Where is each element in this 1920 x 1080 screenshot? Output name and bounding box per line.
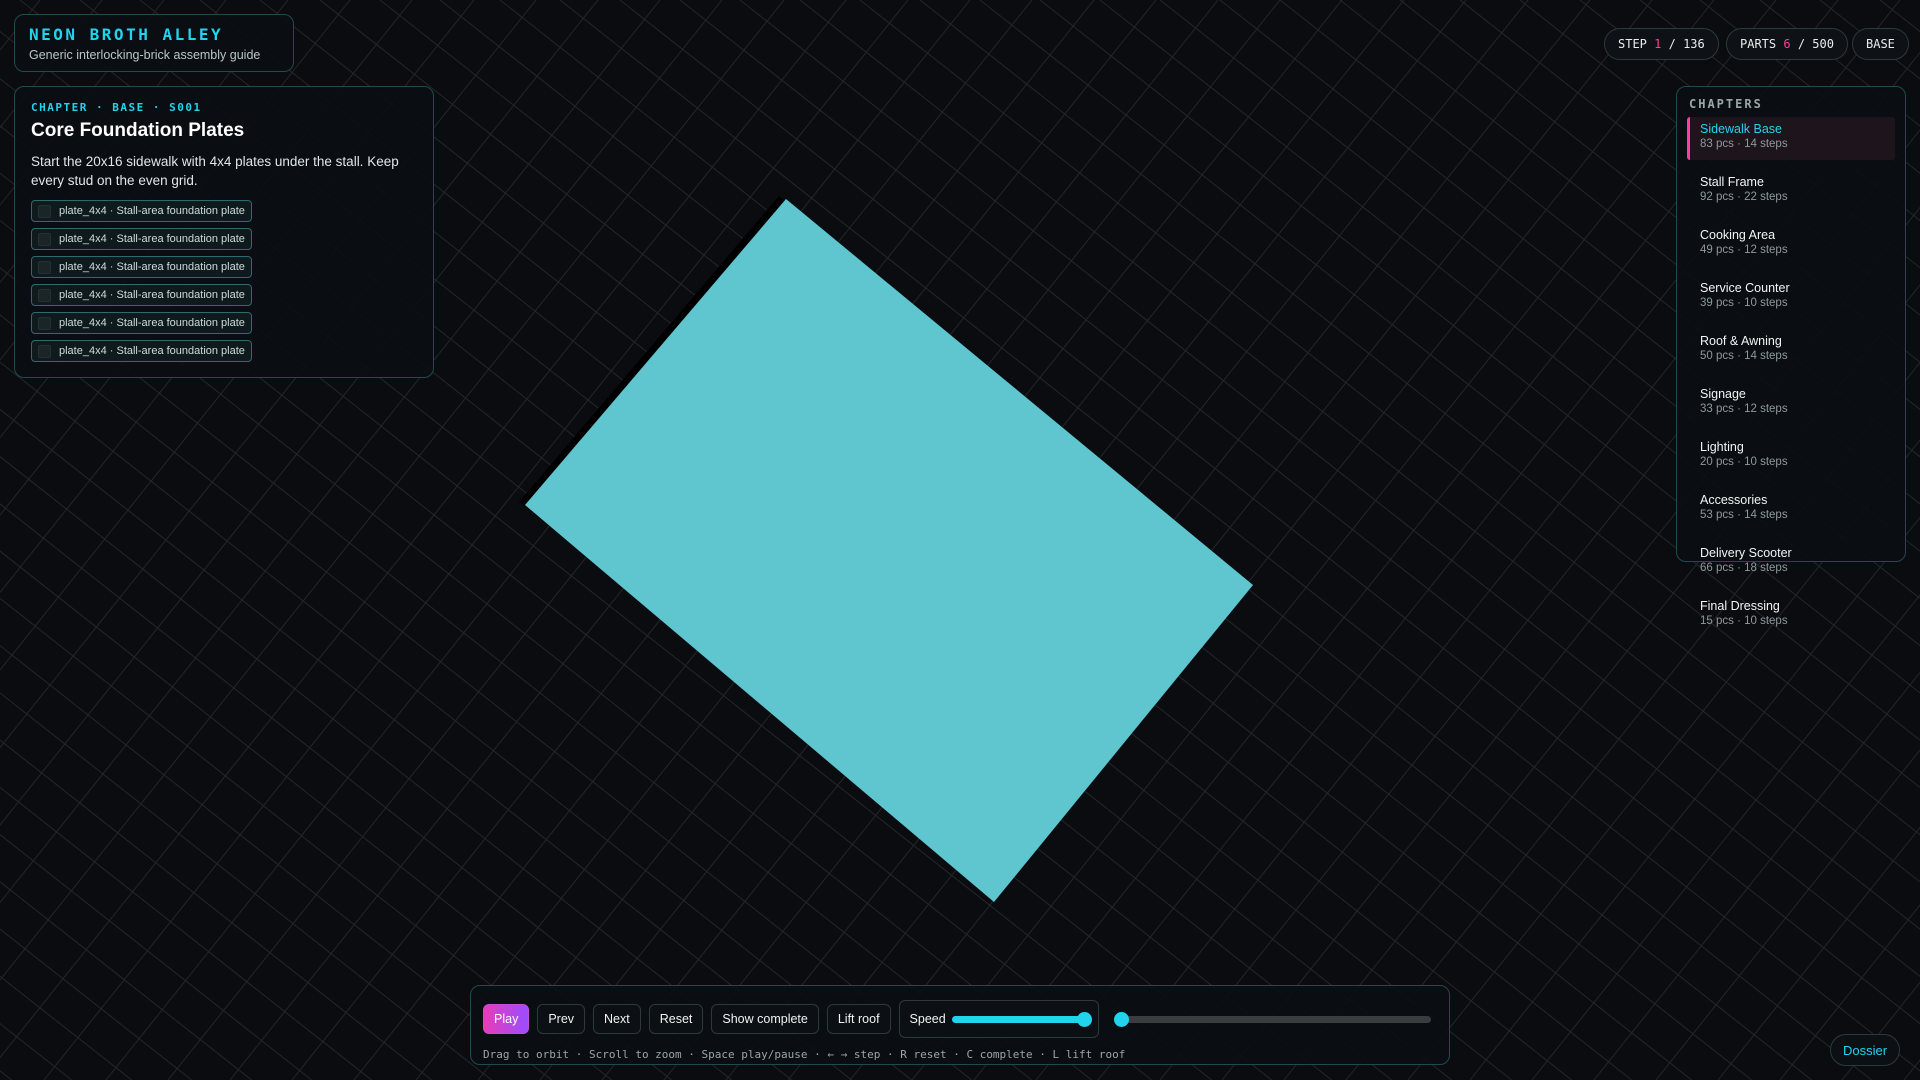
speed-slider-handle[interactable] (1076, 1011, 1092, 1027)
chapter-name: Sidewalk Base (1700, 122, 1782, 136)
chapter-meta: 33 pcs · 12 steps (1700, 403, 1788, 415)
parts-current: 6 (1783, 37, 1791, 51)
chapter-meta: 15 pcs · 10 steps (1700, 615, 1788, 627)
chapter-meta: 20 pcs · 10 steps (1700, 456, 1788, 468)
chapter-name: Service Counter (1700, 281, 1790, 295)
part-label: plate_4x4 · Stall-area foundation plate (59, 345, 245, 357)
next-button[interactable]: Next (593, 1004, 641, 1034)
chapter-item[interactable]: Accessories 53 pcs · 14 steps (1687, 488, 1895, 531)
chapter-name: Lighting (1700, 440, 1744, 454)
reset-button[interactable]: Reset (648, 1004, 704, 1034)
step-description: Start the 20x16 sidewalk with 4x4 plates… (31, 154, 399, 188)
parts-list: plate_4x4 · Stall-area foundation plate p… (31, 200, 417, 362)
grid-line (0, 1070, 12, 1080)
show-complete-button[interactable]: Show complete (711, 1004, 819, 1034)
keyboard-hints: Drag to orbit · Scroll to zoom · Space p… (483, 1048, 1126, 1061)
parts-counter-label: PARTS (1740, 37, 1777, 51)
chapters-heading: CHAPTERS (1689, 97, 1763, 111)
chapter-item[interactable]: Final Dressing 15 pcs · 10 steps (1687, 594, 1895, 637)
parts-total: 500 (1812, 37, 1834, 51)
chapter-meta: 83 pcs · 14 steps (1700, 138, 1788, 150)
part-chip[interactable]: plate_4x4 · Stall-area foundation plate (31, 200, 252, 222)
part-swatch-icon (38, 316, 51, 330)
chapter-meta: 53 pcs · 14 steps (1700, 509, 1788, 521)
chapter-item[interactable]: Roof & Awning 50 pcs · 14 steps (1687, 329, 1895, 372)
foundation-plate-model[interactable] (525, 199, 1253, 902)
chapter-name: Stall Frame (1700, 175, 1764, 189)
speed-slider-fill (951, 1015, 1084, 1023)
part-chip[interactable]: plate_4x4 · Stall-area foundation plate (31, 228, 252, 250)
chapter-item[interactable]: Stall Frame 92 pcs · 22 steps (1687, 170, 1895, 213)
chapter-meta: 50 pcs · 14 steps (1700, 350, 1788, 362)
part-label: plate_4x4 · Stall-area foundation plate (59, 317, 245, 329)
speed-slider[interactable] (951, 1011, 1092, 1027)
chapter-badge-label: BASE (1866, 37, 1895, 51)
chapter-name: Cooking Area (1700, 228, 1776, 242)
part-label: plate_4x4 · Stall-area foundation plate (59, 233, 245, 245)
playback-controls: Play Prev Next Reset Show complete Lift … (470, 985, 1450, 1065)
chapter-meta: 92 pcs · 22 steps (1700, 191, 1788, 203)
part-swatch-icon (38, 260, 51, 274)
part-swatch-icon (38, 204, 51, 218)
part-label: plate_4x4 · Stall-area foundation plate (59, 289, 245, 301)
chapter-item[interactable]: Signage 33 pcs · 12 steps (1687, 382, 1895, 425)
part-chip[interactable]: plate_4x4 · Stall-area foundation plate (31, 256, 252, 278)
step-chapter-line: CHAPTER · BASE · S001 (31, 101, 202, 114)
chapter-item[interactable]: Service Counter 39 pcs · 10 steps (1687, 276, 1895, 319)
chapter-item[interactable]: Delivery Scooter 66 pcs · 18 steps (1687, 541, 1895, 584)
timeline-scrubber[interactable] (1113, 1011, 1431, 1027)
dossier-button[interactable]: Dossier (1830, 1034, 1901, 1066)
part-swatch-icon (38, 344, 51, 358)
step-current: 1 (1654, 37, 1662, 51)
parts-counter: PARTS 6 / 500 (1726, 28, 1848, 60)
step-panel: CHAPTER · BASE · S001 Core Foundation Pl… (14, 86, 434, 378)
chapter-meta: 49 pcs · 12 steps (1700, 244, 1788, 256)
part-swatch-icon (38, 232, 51, 246)
chapter-badge: BASE (1852, 28, 1909, 60)
app-subtitle: Generic interlocking-brick assembly guid… (29, 48, 261, 62)
step-counter: STEP 1 / 136 (1604, 28, 1719, 60)
step-total: 136 (1683, 37, 1705, 51)
step-separator: / (1668, 37, 1676, 51)
chapter-name: Roof & Awning (1700, 334, 1782, 348)
prev-button[interactable]: Prev (537, 1004, 586, 1034)
brand-panel: NEON BROTH ALLEY Generic interlocking-br… (14, 14, 294, 72)
chapter-name: Final Dressing (1700, 599, 1780, 613)
step-title: Core Foundation Plates (31, 120, 245, 141)
part-chip[interactable]: plate_4x4 · Stall-area foundation plate (31, 340, 252, 362)
step-counter-label: STEP (1618, 37, 1647, 51)
app-title: NEON BROTH ALLEY (29, 25, 224, 44)
part-label: plate_4x4 · Stall-area foundation plate (59, 261, 245, 273)
play-button[interactable]: Play (483, 1004, 530, 1034)
part-label: plate_4x4 · Stall-area foundation plate (59, 205, 245, 217)
part-chip[interactable]: plate_4x4 · Stall-area foundation plate (31, 312, 252, 334)
chapter-name: Accessories (1700, 493, 1768, 507)
chapter-meta: 66 pcs · 18 steps (1700, 562, 1788, 574)
part-chip[interactable]: plate_4x4 · Stall-area foundation plate (31, 284, 252, 306)
parts-separator: / (1797, 37, 1806, 51)
speed-control: Speed (898, 1000, 1099, 1038)
timeline-handle[interactable] (1113, 1011, 1129, 1027)
chapter-item[interactable]: Cooking Area 49 pcs · 12 steps (1687, 223, 1895, 266)
chapter-item[interactable]: Sidewalk Base 83 pcs · 14 steps (1687, 117, 1895, 160)
speed-label: Speed (909, 1012, 946, 1026)
part-swatch-icon (38, 288, 51, 302)
chapter-item[interactable]: Lighting 20 pcs · 10 steps (1687, 435, 1895, 478)
chapter-meta: 39 pcs · 10 steps (1700, 297, 1788, 309)
chapter-list: Sidewalk Base 83 pcs · 14 steps Stall Fram… (1687, 117, 1895, 637)
chapters-panel: CHAPTERS Sidewalk Base 83 pcs · 14 steps S… (1676, 86, 1906, 627)
chapter-name: Signage (1700, 387, 1746, 401)
lift-roof-button[interactable]: Lift roof (826, 1004, 891, 1034)
chapter-name: Delivery Scooter (1700, 546, 1792, 560)
